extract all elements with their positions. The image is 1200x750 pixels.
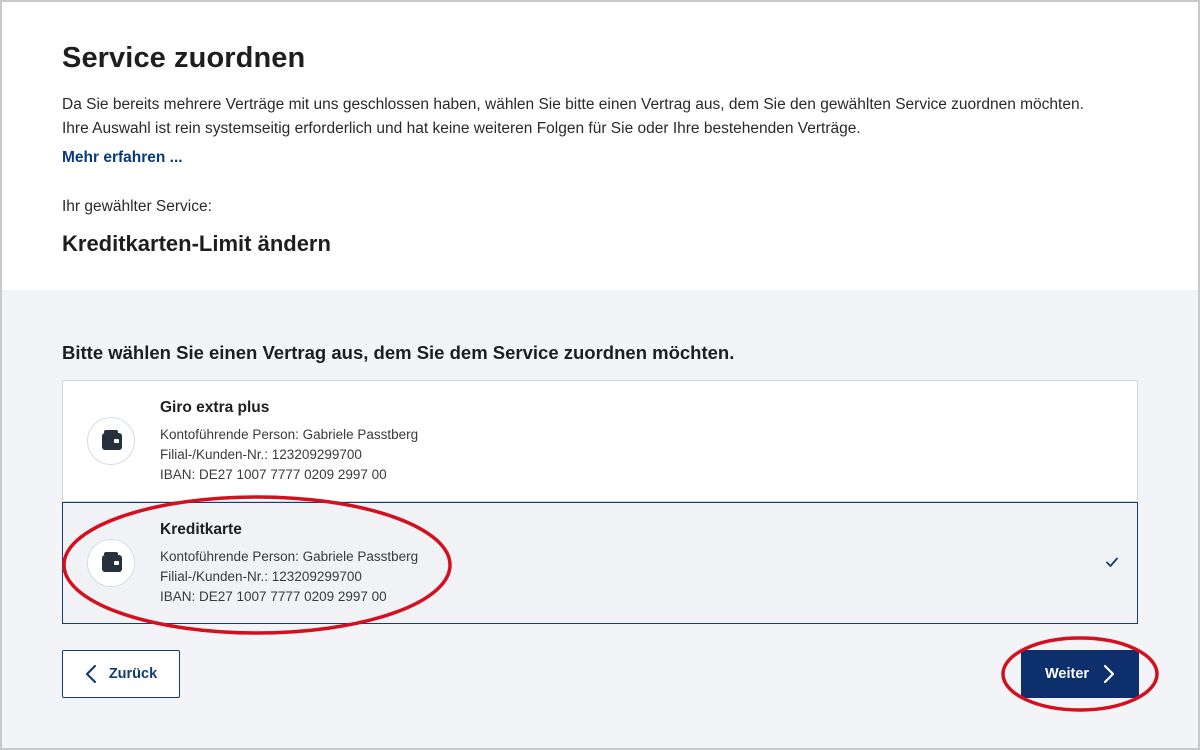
contract-iban: IBAN: DE27 1007 7777 0209 2997 00	[160, 589, 387, 604]
contract-iban: IBAN: DE27 1007 7777 0209 2997 00	[160, 467, 387, 482]
more-info-link[interactable]: Mehr erfahren ...	[62, 149, 183, 167]
next-button-label: Weiter	[1044, 666, 1090, 682]
contract-customer-number: Filial-/Kunden-Nr.: 123209299700	[160, 447, 362, 462]
contract-option-giro[interactable]: Giro extra plus Kontoführende Person: Ga…	[62, 380, 1138, 502]
page-title: Service zuordnen	[62, 42, 306, 74]
chevron-left-icon	[85, 664, 96, 684]
contract-title: Kreditkarte	[160, 521, 242, 538]
next-button[interactable]: Weiter	[1021, 650, 1139, 698]
contract-title: Giro extra plus	[160, 399, 270, 416]
contract-icon-badge	[87, 539, 135, 587]
contract-holder: Kontoführende Person: Gabriele Passtberg	[160, 427, 419, 442]
chevron-right-icon	[1103, 664, 1115, 684]
back-button[interactable]: Zurück	[62, 650, 180, 698]
back-button-label: Zurück	[108, 666, 158, 682]
selected-service-label: Ihr gewählter Service:	[62, 198, 212, 215]
contract-icon-badge	[87, 417, 135, 465]
service-info-section: Service zuordnen Da Sie bereits mehrere …	[2, 2, 1198, 290]
page-frame: Service zuordnen Da Sie bereits mehrere …	[0, 0, 1200, 750]
intro-text: Da Sie bereits mehrere Verträge mit uns …	[62, 96, 1084, 137]
contract-holder: Kontoführende Person: Gabriele Passtberg	[160, 549, 419, 564]
checkmark-icon	[1106, 557, 1118, 567]
selected-service-name: Kreditkarten-Limit ändern	[62, 231, 331, 256]
contract-customer-number: Filial-/Kunden-Nr.: 123209299700	[160, 569, 362, 584]
wallet-icon	[102, 430, 122, 450]
wallet-icon	[102, 552, 122, 572]
selection-heading: Bitte wählen Sie einen Vertrag aus, dem …	[62, 342, 735, 363]
contract-option-kreditkarte[interactable]: Kreditkarte Kontoführende Person: Gabrie…	[62, 502, 1138, 624]
